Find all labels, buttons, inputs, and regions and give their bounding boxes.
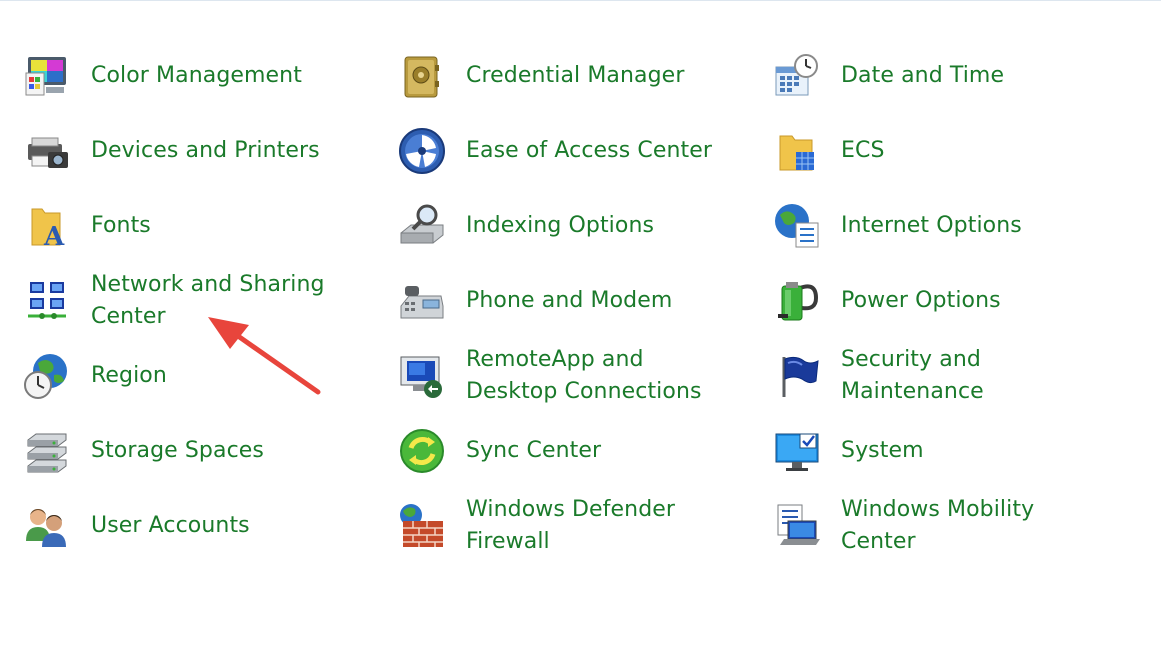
item-label: Devices and Printers <box>91 137 320 163</box>
item-ecs[interactable]: ECS <box>750 113 1110 188</box>
item-color-management[interactable]: Color Management <box>0 38 360 113</box>
item-remoteapp-and-desktop-connections[interactable]: RemoteApp and Desktop Connections <box>375 338 735 413</box>
phone-modem-icon <box>397 276 447 326</box>
item-user-accounts[interactable]: User Accounts <box>0 488 360 563</box>
user-accounts-icon <box>22 501 72 551</box>
region-icon <box>22 351 72 401</box>
item-internet-options[interactable]: Internet Options <box>750 188 1110 263</box>
item-label: RemoteApp and Desktop Connections <box>466 346 702 404</box>
item-network-and-sharing-center[interactable]: Network and Sharing Center <box>0 263 360 338</box>
item-label: Indexing Options <box>466 212 655 238</box>
mobility-center-icon <box>772 501 822 551</box>
power-options-icon <box>772 276 822 326</box>
item-region[interactable]: Region <box>0 338 360 413</box>
item-sync-center[interactable]: Sync Center <box>375 413 735 488</box>
item-label: Color Management <box>91 62 302 88</box>
item-date-and-time[interactable]: Date and Time <box>750 38 1110 113</box>
item-label: Ease of Access Center <box>466 137 713 163</box>
item-security-and-maintenance[interactable]: Security and Maintenance <box>750 338 1110 413</box>
storage-spaces-icon <box>22 426 72 476</box>
item-system[interactable]: System <box>750 413 1110 488</box>
system-monitor-icon <box>772 426 822 476</box>
security-flag-icon <box>772 351 822 401</box>
item-credential-manager[interactable]: Credential Manager <box>375 38 735 113</box>
item-label: Credential Manager <box>466 62 685 88</box>
credential-manager-icon <box>397 51 447 101</box>
item-label: Date and Time <box>841 62 1005 88</box>
item-label: Windows Mobility Center <box>841 496 1035 554</box>
item-storage-spaces[interactable]: Storage Spaces <box>0 413 360 488</box>
item-windows-defender-firewall[interactable]: Windows Defender Firewall <box>375 488 735 563</box>
item-label: Windows Defender Firewall <box>466 496 676 554</box>
item-label: Network and Sharing Center <box>91 271 325 329</box>
indexing-options-icon <box>397 201 447 251</box>
item-indexing-options[interactable]: Indexing Options <box>375 188 735 263</box>
remoteapp-icon <box>397 351 447 401</box>
date-time-icon <box>772 51 822 101</box>
item-devices-and-printers[interactable]: Devices and Printers <box>0 113 360 188</box>
svg-text:A: A <box>43 222 65 251</box>
fonts-folder-icon: A <box>22 201 72 251</box>
top-border <box>0 0 1161 1</box>
item-label: Storage Spaces <box>91 437 264 463</box>
item-fonts[interactable]: A Fonts <box>0 188 360 263</box>
firewall-icon <box>397 501 447 551</box>
color-management-icon <box>22 51 72 101</box>
network-sharing-icon <box>22 276 72 326</box>
sync-center-icon <box>397 426 447 476</box>
item-power-options[interactable]: Power Options <box>750 263 1110 338</box>
item-phone-and-modem[interactable]: Phone and Modem <box>375 263 735 338</box>
ecs-folder-icon <box>772 126 822 176</box>
item-label: Phone and Modem <box>466 287 673 313</box>
devices-printers-icon <box>22 126 72 176</box>
item-label: Sync Center <box>466 437 602 463</box>
internet-options-icon <box>772 201 822 251</box>
item-label: User Accounts <box>91 512 250 538</box>
item-label: ECS <box>841 137 885 163</box>
item-label: System <box>841 437 924 463</box>
item-label: Power Options <box>841 287 1001 313</box>
item-ease-of-access-center[interactable]: Ease of Access Center <box>375 113 735 188</box>
item-label: Security and Maintenance <box>841 346 984 404</box>
item-windows-mobility-center[interactable]: Windows Mobility Center <box>750 488 1110 563</box>
item-label: Region <box>91 362 167 388</box>
ease-of-access-icon <box>397 126 447 176</box>
item-label: Fonts <box>91 212 151 238</box>
item-label: Internet Options <box>841 212 1022 238</box>
